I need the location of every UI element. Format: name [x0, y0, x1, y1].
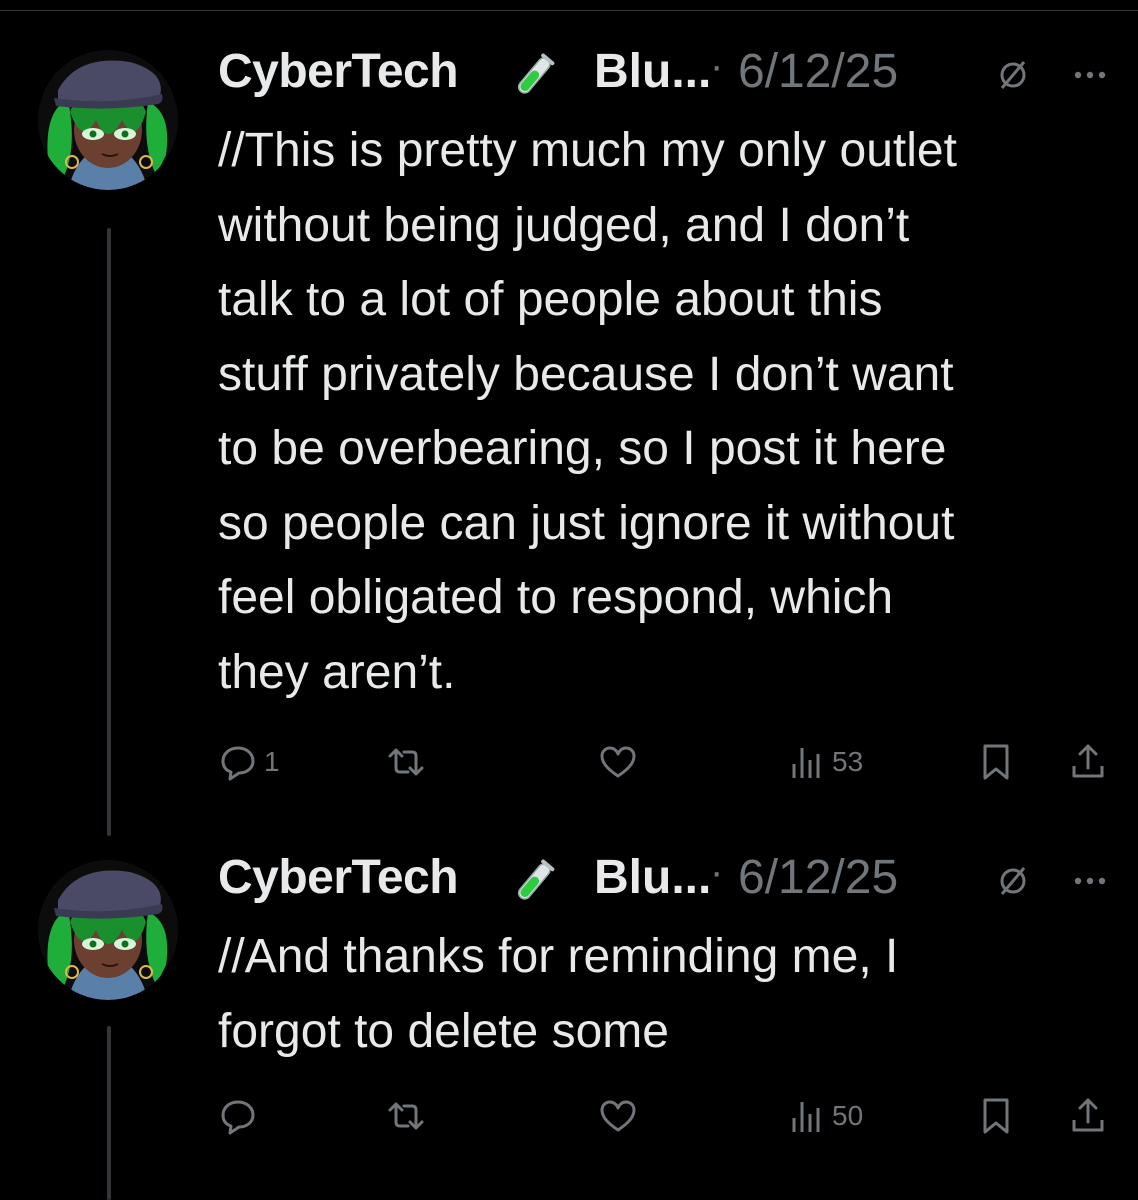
bookmark-button[interactable] — [976, 740, 1016, 784]
action-bar: 1 53 — [218, 740, 1118, 784]
share-button[interactable] — [1068, 1094, 1108, 1138]
view-count: 50 — [832, 1100, 864, 1131]
author-handle[interactable]: Blu... — [594, 850, 711, 905]
tweet-text-line: feel obligated to respond, which — [218, 571, 894, 624]
post-date[interactable]: 6/12/25 — [738, 850, 898, 905]
tweet-text-line: without being judged, and I don’t — [218, 198, 910, 252]
views-button[interactable]: 50 — [786, 1094, 863, 1138]
repost-button[interactable] — [386, 1094, 432, 1138]
test-tube-icon — [517, 859, 555, 900]
reply-icon — [221, 1100, 255, 1135]
tweet-header: CyberTech Blu... · 6/12/25 — [218, 44, 1118, 104]
bookmark-icon — [983, 744, 1009, 780]
repost-button[interactable] — [386, 740, 432, 784]
share-icon — [1072, 1098, 1104, 1132]
tweet-text-line: to be overbearing, so I post it here — [218, 422, 947, 475]
more-options-icon[interactable] — [1070, 60, 1110, 90]
repost-icon — [388, 1102, 424, 1130]
heart-icon — [600, 746, 636, 778]
bookmark-icon — [983, 1098, 1009, 1134]
tweet-text-line: talk to a lot of people about this — [218, 273, 883, 326]
thread-connector-line — [107, 1026, 111, 1200]
reply-count: 1 — [264, 746, 280, 777]
share-button[interactable] — [1068, 740, 1108, 784]
tweet-text-line: //This is pretty much my only outlet — [218, 124, 957, 177]
tweet-text: //This is pretty much my only outlet wit… — [218, 114, 1118, 710]
view-count: 53 — [832, 746, 864, 777]
views-icon — [792, 748, 820, 778]
separator-dot: · — [710, 850, 724, 894]
author-name[interactable]: CyberTech — [218, 850, 459, 905]
author-name[interactable]: CyberTech — [218, 44, 459, 99]
tweet-text: //And thanks for reminding me, I forgot … — [218, 920, 1118, 1069]
more-options-icon[interactable] — [1070, 866, 1110, 896]
tweet-1[interactable]: CyberTech Blu... · 6/12/25 //This is pre… — [0, 0, 1138, 850]
author-handle[interactable]: Blu... — [594, 44, 711, 99]
like-button[interactable] — [598, 1094, 644, 1138]
muted-icon — [1000, 867, 1026, 895]
repost-icon — [388, 748, 424, 776]
tweet-header: CyberTech Blu... · 6/12/25 — [218, 850, 1118, 910]
avatar[interactable] — [38, 860, 178, 1000]
tweet-text-line: they aren’t. — [218, 645, 456, 699]
reply-icon — [221, 746, 255, 781]
test-tube-icon — [517, 53, 555, 94]
muted-icon — [1000, 61, 1026, 89]
heart-icon — [600, 1100, 636, 1132]
separator-dot: · — [710, 44, 724, 88]
action-bar: 50 — [218, 1094, 1118, 1138]
tweet-text-line: forgot to delete some — [218, 1004, 669, 1058]
tweet-text-line: //And thanks for reminding me, I — [218, 930, 899, 983]
tweet-text-line: so people can just ignore it without — [218, 496, 955, 550]
avatar[interactable] — [38, 50, 178, 190]
views-button[interactable]: 53 — [786, 740, 863, 784]
tweet-text-line: stuff privately because I don’t want — [218, 347, 954, 401]
bookmark-button[interactable] — [976, 1094, 1016, 1138]
share-icon — [1072, 744, 1104, 778]
reply-button[interactable]: 1 — [218, 740, 280, 784]
views-icon — [792, 1102, 820, 1132]
tweet-2[interactable]: CyberTech Blu... · 6/12/25 //And thanks … — [0, 850, 1138, 1200]
thread-connector-line — [107, 228, 111, 836]
post-date[interactable]: 6/12/25 — [738, 44, 898, 99]
like-button[interactable] — [598, 740, 644, 784]
reply-button[interactable] — [218, 1094, 264, 1138]
